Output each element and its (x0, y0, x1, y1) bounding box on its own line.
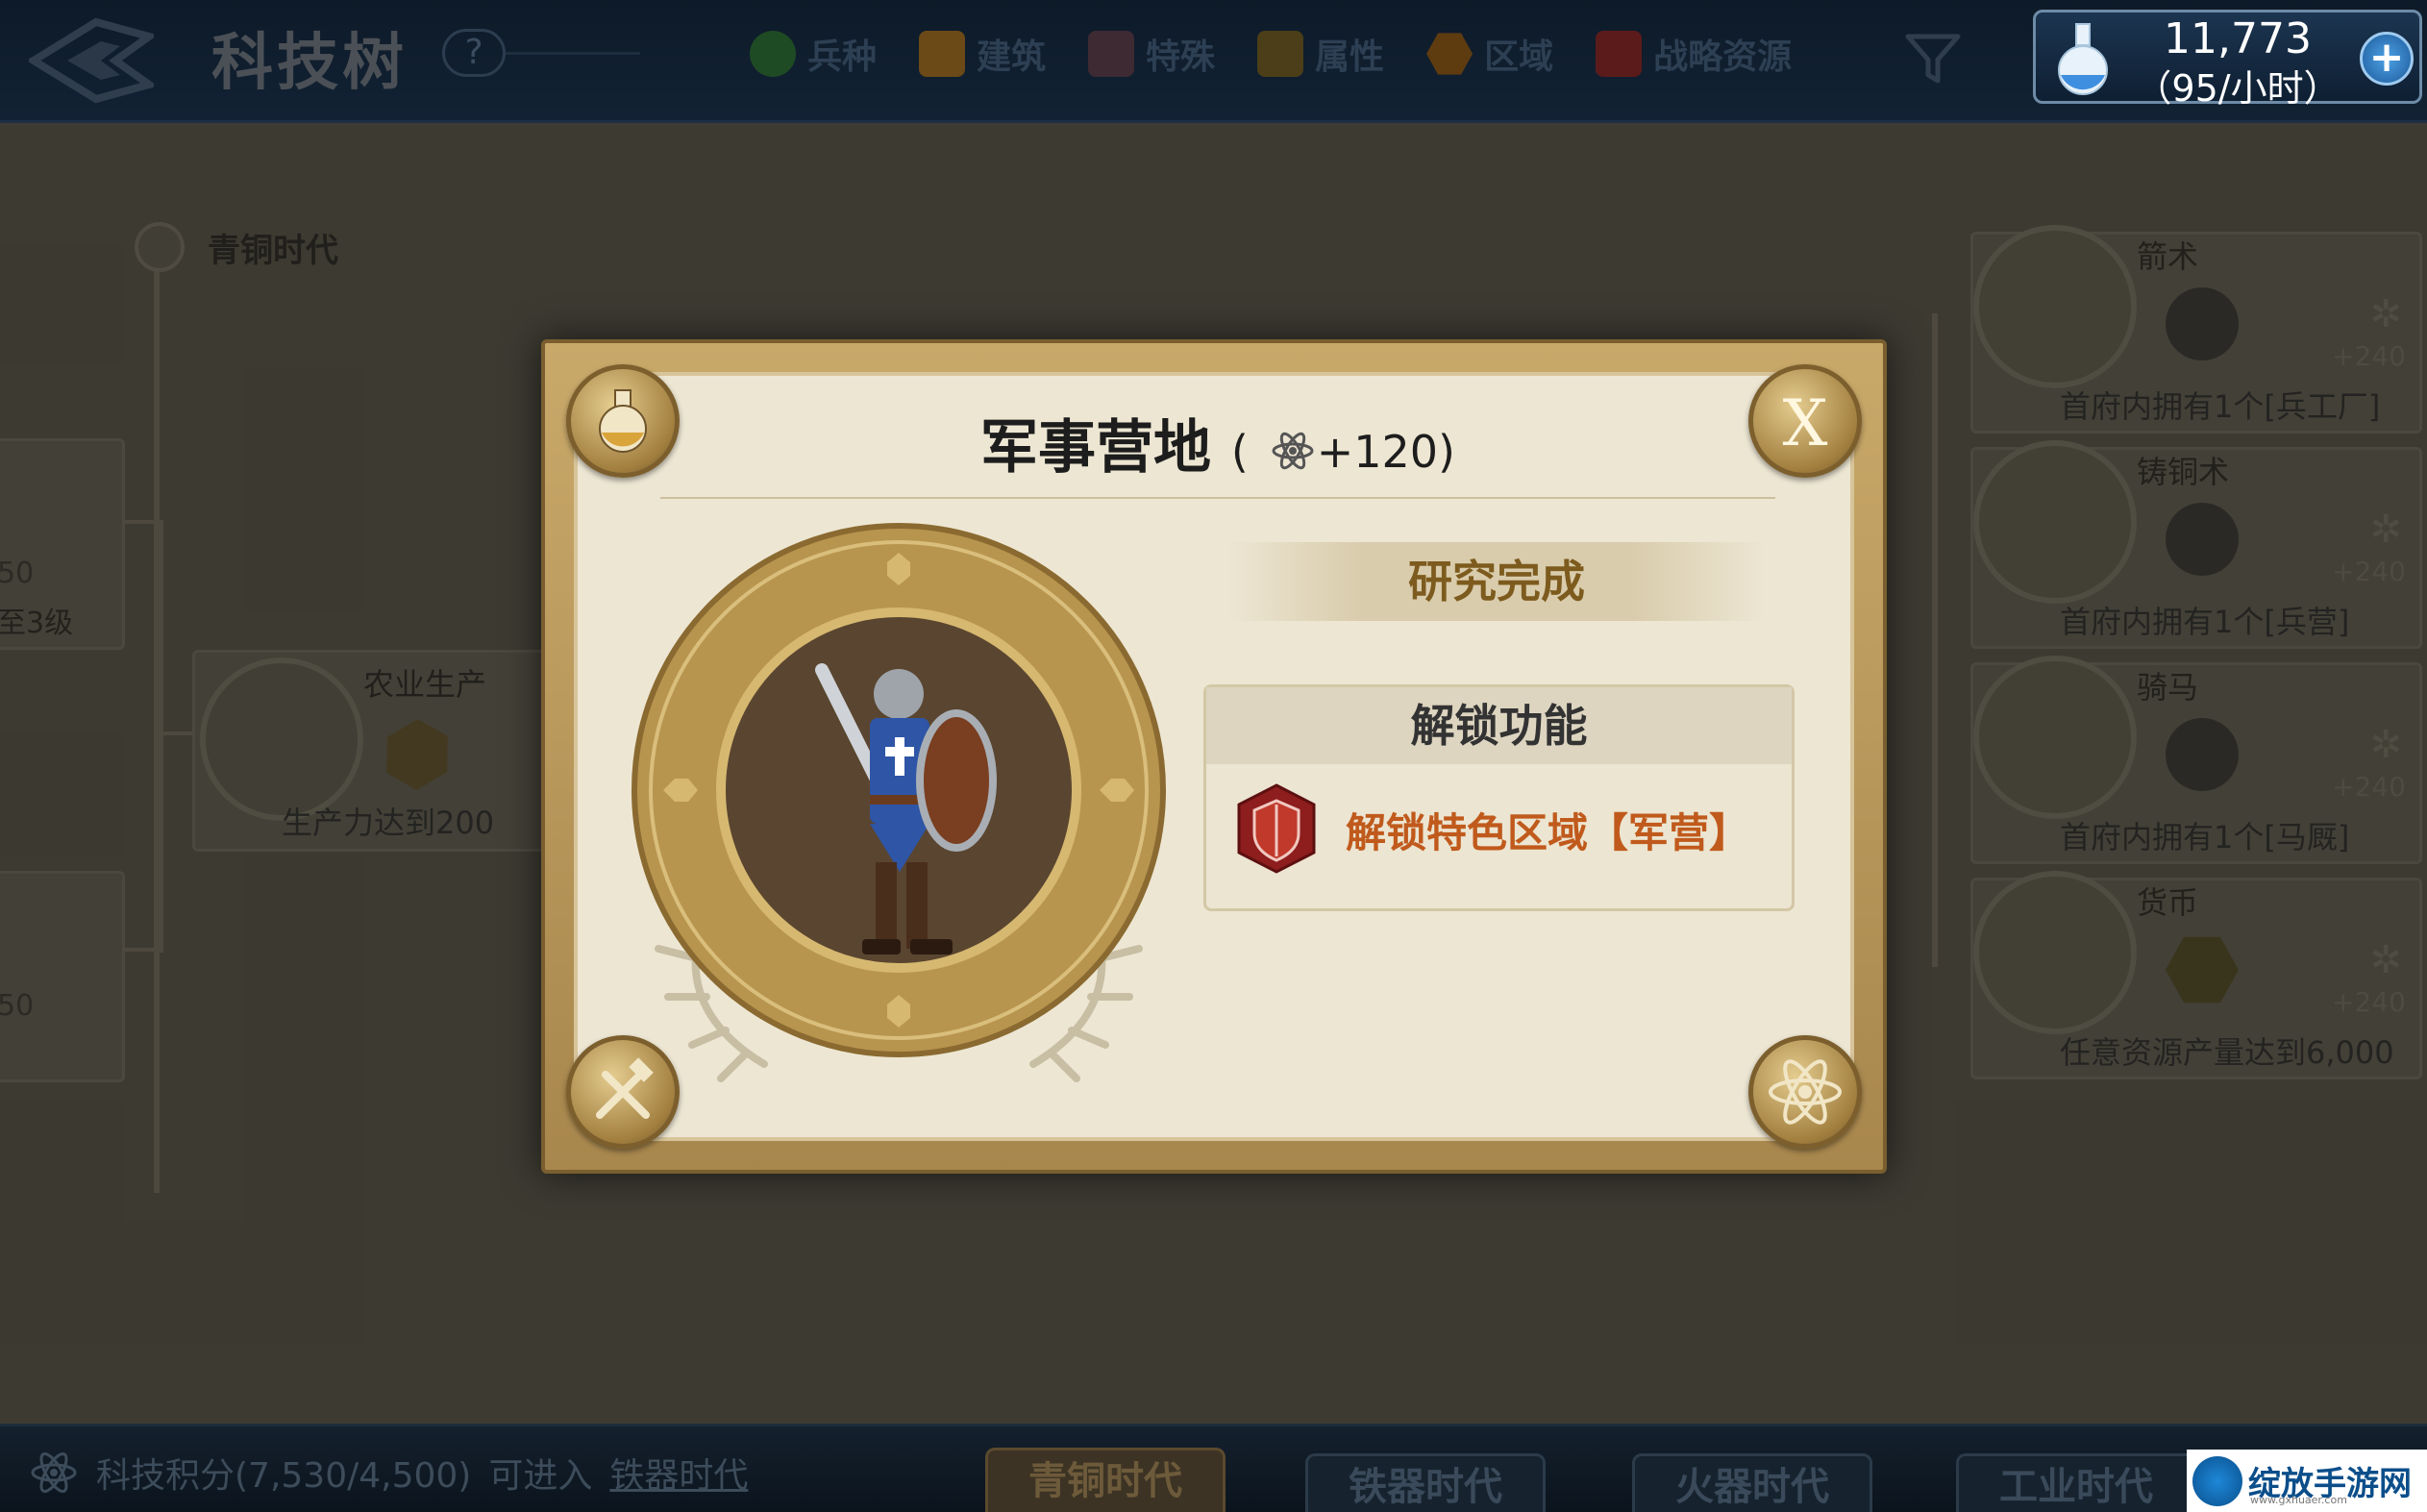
advance-text: 可进入 (488, 1456, 593, 1496)
divider (506, 52, 640, 55)
help-icon[interactable]: ? (442, 29, 506, 77)
filter-buildings[interactable]: 建筑 (919, 29, 1046, 79)
top-bar: 科技树 ? 兵种 建筑 特殊 属性 区域 战略资源 11,773 （95/小时）… (0, 0, 2427, 123)
flask-icon (2058, 23, 2108, 95)
troops-chip-icon (750, 31, 796, 77)
site-watermark: 绽放手游网 www.gxhuaer.com (2187, 1450, 2427, 1512)
unlock-features-box: 解锁功能 解锁特色区域【军营】 (1203, 684, 1795, 911)
filter-strategic-resources[interactable]: 战略资源 (1596, 29, 1792, 79)
filter-troops[interactable]: 兵种 (750, 29, 877, 79)
filter-label: 战略资源 (1653, 37, 1793, 77)
divider (660, 497, 1775, 499)
attributes-chip-icon (1257, 31, 1304, 77)
tech-points-label: 科技积分(7,530/4,500) (96, 1456, 472, 1496)
tab-gunpowder-age[interactable]: 火器时代 (1632, 1453, 1872, 1512)
atom-icon (31, 1452, 77, 1493)
filter-label: 属性 (1315, 37, 1385, 77)
atom-icon (1272, 432, 1314, 470)
watermark-logo-icon (2192, 1455, 2242, 1506)
strategic-chip-icon (1596, 31, 1643, 77)
atom-corner-icon (1748, 1035, 1862, 1149)
unlock-header: 解锁功能 (1206, 687, 1792, 764)
filter-label: 建筑 (977, 37, 1047, 77)
filter-label: 兵种 (807, 37, 878, 77)
points-open-paren: ( (1230, 426, 1249, 478)
tab-iron-age[interactable]: 铁器时代 (1305, 1453, 1546, 1512)
unlock-item[interactable]: 解锁特色区域【军营】 (1346, 801, 1749, 859)
filter-label: 特殊 (1146, 37, 1216, 77)
research-status: 研究完成 (1227, 542, 1766, 621)
category-filters: 兵种 建筑 特殊 属性 区域 战略资源 (750, 29, 1792, 79)
filter-special[interactable]: 特殊 (1088, 29, 1215, 79)
districts-chip-icon (1426, 33, 1474, 75)
filter-attributes[interactable]: 属性 (1257, 29, 1384, 79)
add-resource-button[interactable]: + (2360, 32, 2414, 86)
filter-label: 区域 (1484, 37, 1554, 77)
tab-industrial-age[interactable]: 工业时代 (1956, 1453, 2196, 1512)
page-title: 科技树 (211, 28, 408, 99)
soldier-medallion (632, 523, 1166, 1082)
tech-points: 科技积分(7,530/4,500) 可进入 铁器时代 (29, 1448, 748, 1498)
research-complete-dialog: X 军事营地 ( +120) 研究完成 解锁功能 解锁特色区域【军营】 (541, 339, 1887, 1174)
back-arrow-icon[interactable] (29, 17, 154, 104)
resource-amount: 11,773 (2164, 14, 2312, 63)
filter-districts[interactable]: 区域 (1426, 29, 1553, 79)
buildings-chip-icon (919, 31, 966, 77)
dialog-title: 军事营地 ( +120) (545, 401, 1891, 484)
advance-era-link[interactable]: 铁器时代 (609, 1448, 748, 1498)
tech-name: 军事营地 (979, 414, 1211, 482)
research-resource-box: 11,773 （95/小时） + (2033, 10, 2422, 110)
tab-bronze-age[interactable]: 青铜时代 (985, 1448, 1226, 1512)
filter-funnel-icon[interactable] (1903, 29, 1963, 88)
special-chip-icon (1088, 31, 1135, 77)
watermark-url: www.gxhuaer.com (2250, 1494, 2347, 1506)
resource-rate: （95/小时） (2135, 67, 2340, 110)
bottom-bar: 科技积分(7,530/4,500) 可进入 铁器时代 青铜时代 铁器时代 火器时… (0, 1424, 2427, 1512)
barracks-shield-icon (1237, 783, 1316, 874)
tech-points-value: +120) (1316, 426, 1456, 478)
